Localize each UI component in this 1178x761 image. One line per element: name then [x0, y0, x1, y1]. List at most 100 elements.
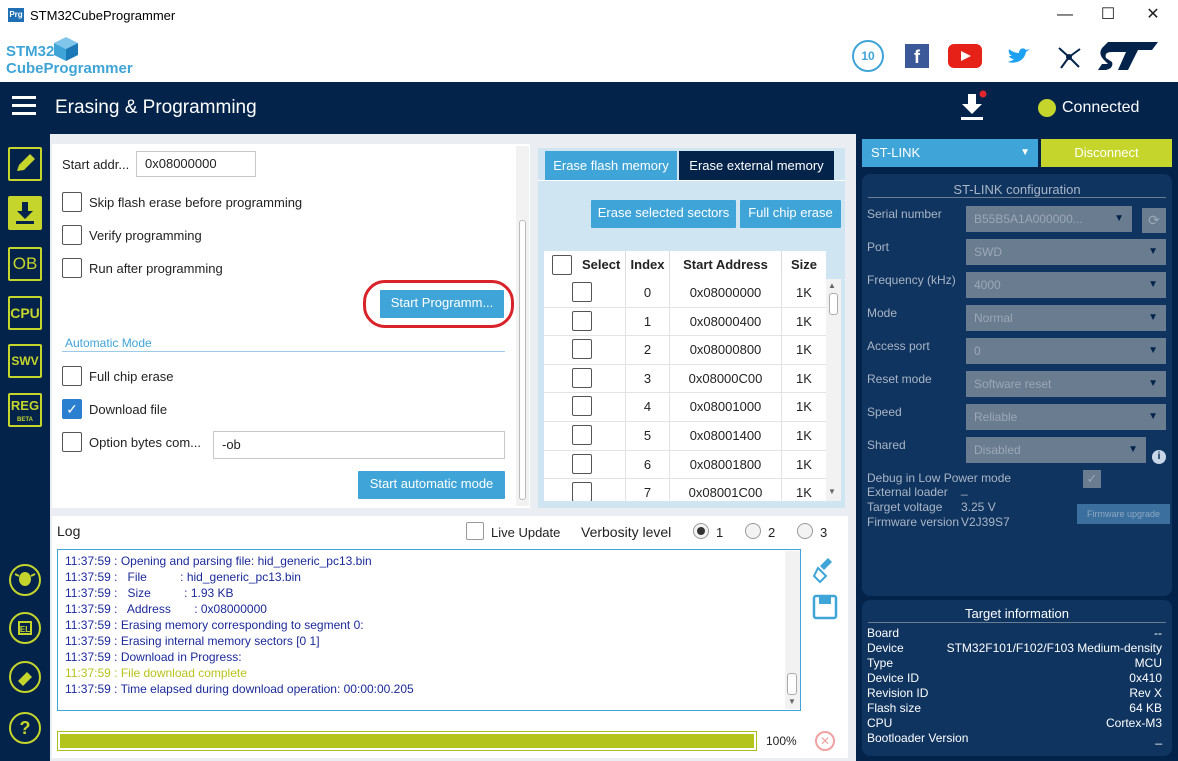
interface-select[interactable]: ST-LINK ▼ — [862, 139, 1038, 167]
sectors-scrollbar[interactable]: ▲ ▼ — [826, 279, 841, 501]
stlink-field-select[interactable]: Disabled ▼ — [966, 437, 1146, 463]
start-address-input[interactable]: 0x08000000 — [136, 151, 256, 177]
log-output[interactable]: 11:37:59 : Opening and parsing file: hid… — [57, 549, 801, 711]
cpu-icon[interactable]: CPU — [8, 296, 42, 330]
full-chip-erase-checkbox[interactable] — [62, 366, 82, 386]
sector-checkbox[interactable] — [572, 396, 592, 417]
stlink-field-select[interactable]: B55B5A1A000000... ▼ — [966, 206, 1132, 232]
info-icon[interactable]: i — [1152, 450, 1166, 464]
full-chip-erase-button[interactable]: Full chip erase — [740, 200, 841, 228]
eraser-icon[interactable] — [9, 661, 41, 693]
debug-low-power-checkbox[interactable]: ✓ — [1083, 470, 1101, 488]
tab-divider — [538, 180, 845, 181]
skip-erase-checkbox[interactable] — [62, 192, 82, 212]
stlink-field-select[interactable]: 0 ▼ — [966, 338, 1166, 364]
progress-fill — [60, 734, 754, 748]
sector-checkbox[interactable] — [572, 482, 592, 501]
reg-beta-label: BETA — [17, 417, 33, 423]
memory-editing-icon[interactable] — [8, 147, 42, 181]
save-log-icon[interactable] — [812, 594, 838, 620]
automatic-mode-title: Automatic Mode — [65, 336, 152, 350]
stlink-field-select[interactable]: SWD ▼ — [966, 239, 1166, 265]
sector-select-cell — [544, 450, 626, 479]
option-bytes-icon[interactable]: OB — [8, 247, 42, 281]
live-update-checkbox[interactable] — [466, 522, 484, 540]
sector-checkbox[interactable] — [572, 310, 592, 331]
sectors-scrollbar-thumb[interactable] — [829, 293, 838, 315]
firmware-version-value: V2J39S7 — [961, 515, 1010, 529]
log-scrollbar[interactable]: ▼ — [785, 551, 800, 709]
network-icon[interactable] — [1055, 43, 1083, 71]
help-icon[interactable]: ? — [9, 712, 41, 744]
reg-icon[interactable]: REG BETA — [8, 393, 42, 427]
sector-row[interactable]: 0 0x08000000 1K — [544, 279, 826, 308]
programming-scrollbar[interactable] — [516, 146, 529, 506]
programming-scrollbar-thumb[interactable] — [519, 220, 526, 500]
el-chip-icon[interactable]: EL — [9, 612, 41, 644]
log-scroll-down-icon[interactable]: ▼ — [788, 697, 796, 706]
column-header-address: Start Address — [670, 251, 782, 279]
scroll-up-icon[interactable]: ▲ — [828, 281, 836, 290]
download-file-checkbox[interactable]: ✓ — [62, 399, 82, 419]
minimize-button[interactable]: — — [1050, 4, 1080, 26]
start-automatic-mode-button[interactable]: Start automatic mode — [358, 471, 505, 499]
cancel-icon[interactable]: ✕ — [815, 731, 835, 751]
firmware-upgrade-button[interactable]: Firmware upgrade — [1077, 504, 1170, 524]
sector-row[interactable]: 5 0x08001400 1K — [544, 421, 826, 451]
start-address-label: Start addr... — [62, 157, 130, 172]
close-button[interactable]: ✕ — [1138, 4, 1168, 26]
disconnect-button[interactable]: Disconnect — [1041, 139, 1172, 167]
option-bytes-checkbox[interactable] — [62, 432, 82, 452]
sector-checkbox[interactable] — [572, 367, 592, 388]
scroll-down-icon[interactable]: ▼ — [828, 487, 836, 496]
verify-checkbox[interactable] — [62, 225, 82, 245]
twitter-icon[interactable] — [1006, 46, 1032, 66]
download-notification-icon[interactable] — [957, 90, 989, 122]
stlink-field-select[interactable]: 4000 ▼ — [966, 272, 1166, 298]
erasing-programming-icon[interactable] — [8, 196, 42, 230]
run-after-checkbox[interactable] — [62, 258, 82, 278]
swv-icon[interactable]: SWV — [8, 344, 42, 378]
firmware-version-label: Firmware version — [867, 515, 960, 529]
log-title: Log — [57, 523, 81, 539]
anniversary-badge-icon[interactable]: 10 — [852, 40, 884, 72]
bug-beta-icon[interactable] — [9, 564, 41, 596]
stlink-field-value: Disabled — [974, 443, 1021, 457]
verbosity-radio-2[interactable] — [745, 523, 761, 539]
sector-index: 3 — [626, 364, 670, 393]
sector-row[interactable]: 6 0x08001800 1K — [544, 450, 826, 480]
sector-address: 0x08000000 — [670, 279, 782, 307]
tab-erase-external[interactable]: Erase external memory — [679, 151, 834, 180]
verbosity-radio-1[interactable] — [693, 523, 709, 539]
column-header-select: Select — [544, 251, 626, 279]
sector-checkbox[interactable] — [572, 453, 592, 474]
sector-checkbox[interactable] — [572, 282, 592, 302]
sector-select-cell — [544, 479, 626, 501]
stlink-field-value: Reliable — [974, 410, 1018, 424]
maximize-button[interactable]: ☐ — [1093, 4, 1123, 26]
erase-selected-sectors-button[interactable]: Erase selected sectors — [591, 200, 736, 228]
option-bytes-label: Option bytes com... — [89, 435, 201, 450]
select-all-checkbox[interactable] — [552, 255, 572, 275]
stlink-field-select[interactable]: Reliable ▼ — [966, 404, 1166, 430]
sector-row[interactable]: 3 0x08000C00 1K — [544, 364, 826, 394]
target-info-label: Device — [867, 641, 904, 655]
stlink-field-select[interactable]: Software reset ▼ — [966, 371, 1166, 397]
clear-log-icon[interactable] — [812, 556, 838, 584]
option-bytes-input[interactable]: -ob — [213, 431, 505, 459]
facebook-icon[interactable]: f — [905, 44, 929, 68]
sector-row[interactable]: 4 0x08001000 1K — [544, 393, 826, 422]
tab-erase-flash[interactable]: Erase flash memory — [545, 151, 677, 180]
sector-row[interactable]: 1 0x08000400 1K — [544, 307, 826, 337]
sector-checkbox[interactable] — [572, 424, 592, 445]
youtube-icon[interactable] — [948, 44, 982, 68]
sector-checkbox[interactable] — [572, 339, 592, 360]
stlink-field-select[interactable]: Normal ▼ — [966, 305, 1166, 331]
sector-row[interactable]: 2 0x08000800 1K — [544, 336, 826, 365]
verbosity-radio-3[interactable] — [797, 523, 813, 539]
refresh-icon[interactable]: ⟳ — [1142, 208, 1166, 233]
menu-icon[interactable] — [12, 96, 36, 116]
sector-row[interactable]: 7 0x08001C00 1K — [544, 479, 826, 501]
stlink-field-value: Normal — [974, 311, 1013, 325]
log-scrollbar-thumb[interactable] — [787, 673, 797, 695]
